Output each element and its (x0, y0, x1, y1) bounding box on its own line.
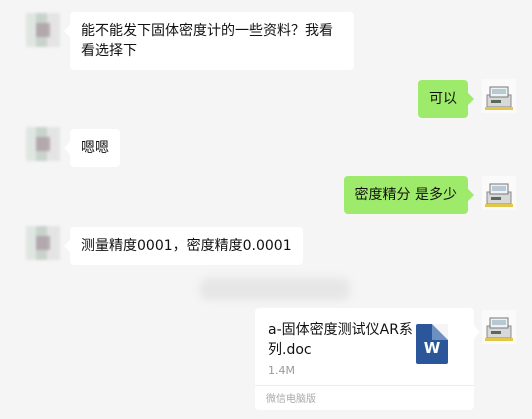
contact-avatar[interactable] (26, 13, 60, 47)
contact-avatar[interactable] (26, 127, 60, 161)
file-size: 1.4M (268, 364, 295, 377)
balance-product-icon (482, 79, 516, 113)
message-text: 测量精度0001，密度精度0.0001 (81, 238, 292, 254)
message-bubble-incoming[interactable]: 嗯嗯 (64, 129, 120, 167)
file-type-letter: W (423, 339, 441, 357)
redacted-area (200, 278, 350, 300)
message-bubble-incoming[interactable]: 测量精度0001，密度精度0.0001 (64, 227, 303, 265)
message-text: 可以 (429, 91, 457, 107)
file-name: a-固体密度测试仪AR系列.doc (268, 322, 413, 358)
file-source: 微信电脑版 (266, 394, 316, 405)
self-avatar[interactable] (482, 176, 516, 210)
balance-product-icon (482, 310, 516, 344)
word-doc-icon: W (416, 324, 448, 364)
self-avatar[interactable] (482, 79, 516, 113)
message-text: 嗯嗯 (81, 140, 109, 156)
message-bubble-outgoing[interactable]: 密度精分 是多少 (343, 176, 475, 214)
message-text: 能不能发下固体密度计的一些资料？我看看选择下 (81, 23, 333, 59)
message-bubble-incoming[interactable]: 能不能发下固体密度计的一些资料？我看看选择下 (64, 12, 354, 70)
divider (255, 385, 474, 386)
message-bubble-outgoing[interactable]: 可以 (418, 80, 474, 118)
self-avatar[interactable] (482, 310, 516, 344)
message-text: 密度精分 是多少 (354, 187, 457, 203)
file-message-card[interactable]: a-固体密度测试仪AR系列.doc W 1.4M 微信电脑版 (255, 308, 480, 410)
balance-product-icon (482, 176, 516, 210)
contact-avatar[interactable] (26, 226, 60, 260)
